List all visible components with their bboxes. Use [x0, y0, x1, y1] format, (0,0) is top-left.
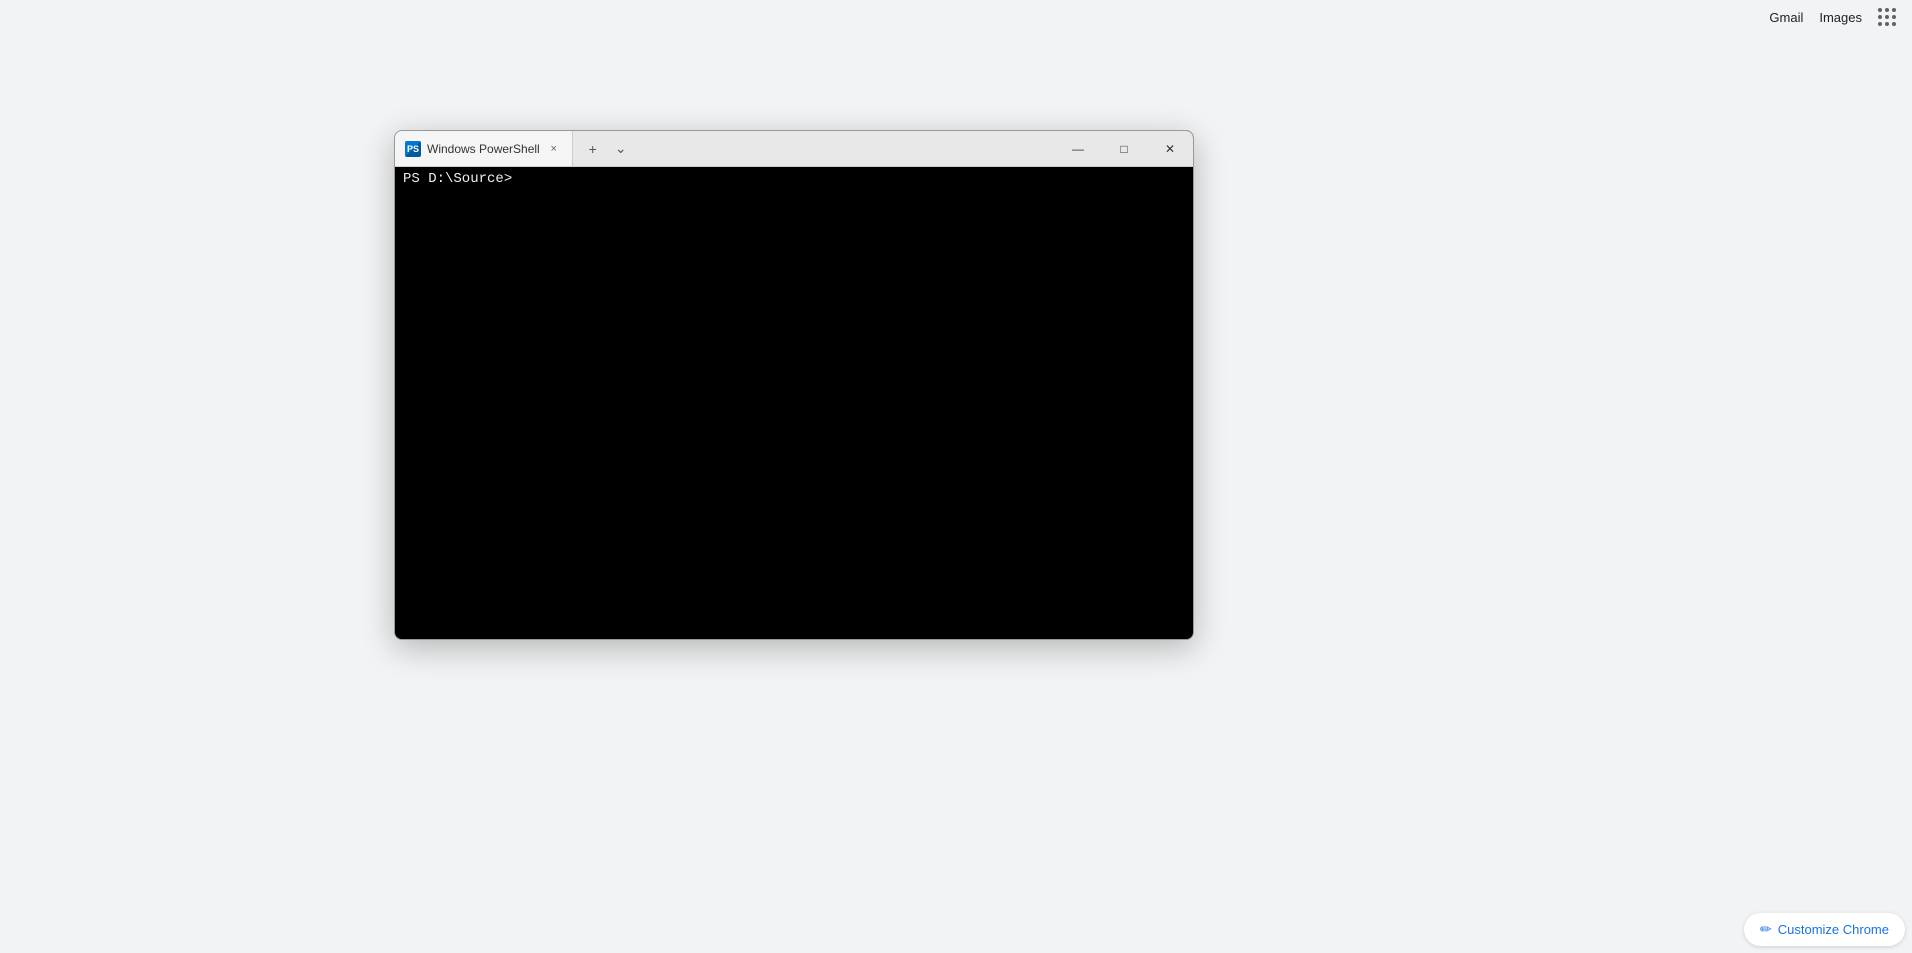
- close-icon: ✕: [1165, 142, 1175, 156]
- powershell-toolbar: + ⌄: [573, 137, 641, 161]
- close-button[interactable]: ✕: [1147, 131, 1193, 167]
- maximize-button[interactable]: □: [1101, 131, 1147, 167]
- powershell-titlebar: PS Windows PowerShell × + ⌄ — □ ✕: [395, 131, 1193, 167]
- window-controls: — □ ✕: [1055, 131, 1193, 167]
- edit-icon: ✏: [1760, 921, 1772, 938]
- customize-chrome-label: Customize Chrome: [1778, 922, 1889, 937]
- new-tab-button[interactable]: +: [581, 137, 605, 161]
- google-apps-icon[interactable]: [1878, 8, 1896, 26]
- powershell-terminal[interactable]: PS D:\Source>: [395, 167, 1193, 639]
- gmail-link[interactable]: Gmail: [1769, 10, 1803, 25]
- minimize-button[interactable]: —: [1055, 131, 1101, 167]
- powershell-tab-icon: PS: [405, 141, 421, 157]
- chrome-topbar: Gmail Images: [1753, 0, 1912, 34]
- powershell-tab-label: Windows PowerShell: [427, 142, 540, 156]
- minimize-icon: —: [1072, 142, 1084, 156]
- powershell-prompt: PS D:\Source>: [403, 171, 512, 187]
- customize-chrome-button[interactable]: ✏ Customize Chrome: [1744, 913, 1905, 946]
- chevron-down-icon: ⌄: [615, 140, 627, 157]
- powershell-tab-close-button[interactable]: ×: [546, 141, 562, 157]
- maximize-icon: □: [1120, 142, 1127, 156]
- powershell-tab[interactable]: PS Windows PowerShell ×: [395, 131, 573, 166]
- dropdown-button[interactable]: ⌄: [609, 137, 633, 161]
- images-link[interactable]: Images: [1819, 10, 1862, 25]
- powershell-window: PS Windows PowerShell × + ⌄ — □ ✕ PS: [394, 130, 1194, 640]
